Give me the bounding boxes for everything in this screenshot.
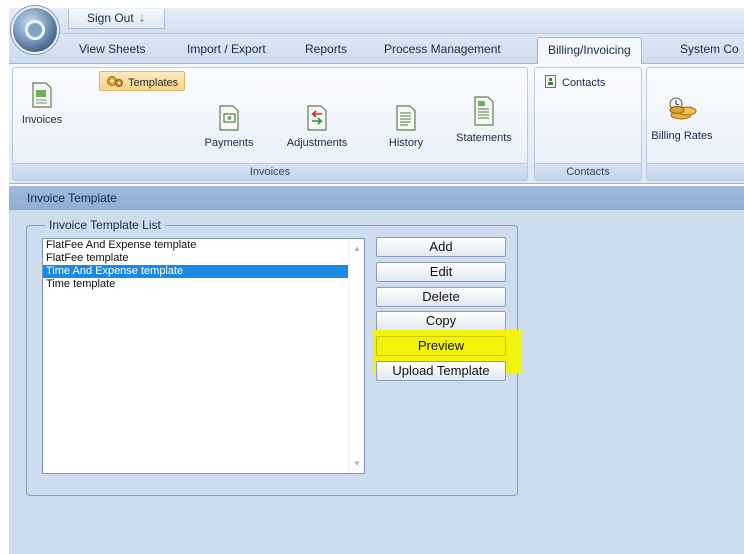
ribbon-tabs: View Sheets Import / Export Reports Proc… <box>9 34 744 65</box>
contacts-group: Contacts Contacts <box>534 67 642 181</box>
scroll-up-arrow-icon[interactable]: ▲ <box>349 244 365 253</box>
preview-button[interactable]: Preview <box>376 336 506 356</box>
orb-ring <box>25 20 45 40</box>
gears-icon <box>106 75 124 91</box>
app-menu-orb-icon[interactable] <box>11 6 59 54</box>
statements-label: Statements <box>456 132 512 144</box>
adjustments-doc-icon <box>282 105 352 134</box>
ribbon-panel: Templates Invoices Payments Adjustments <box>9 64 744 184</box>
history-label: History <box>388 137 424 149</box>
billing-group-label: B <box>647 163 744 180</box>
main-content: Invoice Template List FlatFee And Expens… <box>9 210 744 554</box>
list-item-selected[interactable]: Time And Expense template <box>43 265 364 278</box>
tab-system-config[interactable]: System Co <box>680 42 739 56</box>
payments-button[interactable]: Payments <box>199 105 259 149</box>
tab-billing-invoicing[interactable]: Billing/Invoicing <box>537 37 642 65</box>
templates-button[interactable]: Templates <box>99 71 186 91</box>
scroll-down-arrow-icon[interactable]: ▼ <box>349 459 365 468</box>
group-legend: Invoice Template List <box>45 218 165 232</box>
invoices-group-label: Invoices <box>13 163 527 180</box>
copy-button[interactable]: Copy <box>376 311 506 331</box>
templates-label: Templates <box>128 77 179 89</box>
tab-view-sheets[interactable]: View Sheets <box>79 42 146 56</box>
contacts-icon <box>545 75 556 91</box>
statements-button[interactable]: Statements <box>451 96 517 144</box>
contacts-button[interactable]: Contacts <box>545 75 605 91</box>
vertical-scrollbar[interactable]: ▲ ▼ <box>348 239 364 473</box>
billing-group: Billing Rates B <box>646 67 744 181</box>
history-doc-icon <box>385 105 427 134</box>
adjustments-button[interactable]: Adjustments <box>282 105 352 149</box>
billing-rates-label: Billing Rates <box>651 130 713 142</box>
payments-doc-icon <box>199 105 259 134</box>
sign-out-button[interactable]: Sign Out ⇣ <box>68 9 166 29</box>
upload-template-button[interactable]: Upload Template <box>376 361 506 381</box>
delete-button[interactable]: Delete <box>376 287 506 307</box>
dropdown-caret-icon: ⇣ <box>137 14 147 25</box>
list-item[interactable]: FlatFee And Expense template <box>43 239 364 252</box>
edit-button[interactable]: Edit <box>376 262 506 282</box>
contacts-group-label: Contacts <box>535 163 641 180</box>
sign-out-label: Sign Out <box>87 11 134 25</box>
invoices-group: Templates Invoices Payments Adjustments <box>12 67 528 181</box>
add-button[interactable]: Add <box>376 237 506 257</box>
coins-clock-icon <box>647 94 717 127</box>
adjustments-label: Adjustments <box>286 137 348 149</box>
list-item[interactable]: Time template <box>43 278 364 291</box>
invoices-label: Invoices <box>21 114 63 126</box>
page-title: Invoice Template <box>9 186 744 210</box>
contacts-label: Contacts <box>562 77 606 89</box>
tab-reports[interactable]: Reports <box>305 42 347 56</box>
invoices-button[interactable]: Invoices <box>16 82 68 126</box>
statements-doc-icon <box>451 96 517 129</box>
invoice-doc-icon <box>16 82 68 111</box>
billing-rates-button[interactable]: Billing Rates <box>647 94 717 142</box>
tab-import-export[interactable]: Import / Export <box>187 42 266 56</box>
invoice-template-list-group: Invoice Template List FlatFee And Expens… <box>26 218 521 496</box>
list-item[interactable]: FlatFee template <box>43 252 364 265</box>
tab-process-management[interactable]: Process Management <box>384 42 501 56</box>
payments-label: Payments <box>204 137 254 149</box>
template-listbox[interactable]: FlatFee And Expense template FlatFee tem… <box>42 238 365 474</box>
history-button[interactable]: History <box>385 105 427 149</box>
